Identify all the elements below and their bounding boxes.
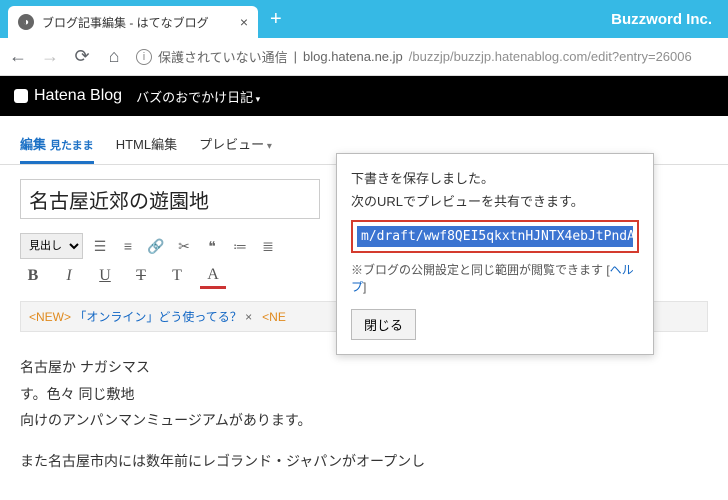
quote-icon[interactable]: ❝ [201,235,223,257]
ul-icon[interactable]: ☰ [89,235,111,257]
tab-favicon: ◑ [18,14,34,30]
color-button[interactable]: A [200,263,226,289]
new-tab-button[interactable]: + [258,8,294,31]
ol-icon[interactable]: ≡ [117,235,139,257]
fontsize-button[interactable]: T [164,263,190,289]
editor-body: 見出し ☰ ≡ 🔗 ✂ ❝ ≔ ≣ B I U T T A <NEW> 「オンラ… [0,165,728,474]
content-line: また名古屋市内には数年前にレゴランド・ジャパンがオープンし [20,448,708,475]
tab-edit[interactable]: 編集見たまま [20,134,94,164]
close-tab-icon[interactable]: × [240,14,248,30]
site-info-icon[interactable]: i [136,49,152,65]
readmore-icon[interactable]: ✂ [173,235,195,257]
tab-edit-label: 編集 [20,137,46,152]
browser-tab[interactable]: ◑ ブログ記事編集 - はてなブログ × [8,6,258,38]
popup-note: ※ブログの公開設定と同じ範囲が閲覧できます [ヘルプ] [351,261,639,295]
browser-navbar: ← → ⟳ ⌂ i 保護されていない通信 | blog.hatena.ne.jp… [0,38,728,76]
url-host: blog.hatena.ne.jp [303,49,403,64]
promo-close-icon[interactable]: × [245,310,252,324]
reload-button[interactable]: ⟳ [72,46,92,67]
content-line: 向けのアンパンマンミュージアムがあります。 [20,407,708,434]
content-line: す。色々 同じ敷地 [20,381,708,408]
browser-titlebar: ◑ ブログ記事編集 - はてなブログ × + Buzzword Inc. [0,0,728,38]
window-brand: Buzzword Inc. [611,11,728,28]
popup-url-input[interactable]: m/draft/wwf8QEI5qkxtnHJNTX4ebJtPndA [357,226,633,247]
link-icon[interactable]: 🔗 [145,235,167,257]
content-line: 名古屋か ナガシマス [20,354,708,381]
tab-html[interactable]: HTML編集 [116,134,177,164]
address-bar[interactable]: i 保護されていない通信 | blog.hatena.ne.jp/buzzjp/… [136,47,720,66]
tab-edit-sub: 見たまま [50,140,94,152]
promo-new-tag: <NEW> [29,310,71,324]
promo-tail: <NE [262,310,286,324]
popup-line2: 次のURLでプレビューを共有できます。 [351,191,639,210]
popup-url-box: m/draft/wwf8QEI5qkxtnHJNTX4ebJtPndA [351,220,639,253]
underline-button[interactable]: U [92,263,118,289]
logo-icon [14,89,28,103]
hatena-header: Hatena Blog バズのおでかけ日記 [0,76,728,116]
popup-note-post: ] [363,280,366,294]
heading-select[interactable]: 見出し [20,233,83,259]
blog-selector[interactable]: バズのおでかけ日記 [136,87,260,106]
popup-close-button[interactable]: 閉じる [351,309,416,340]
tab-preview[interactable]: プレビュー [199,134,272,164]
popup-line1: 下書きを保存しました。 [351,168,639,187]
url-path: /buzzjp/buzzjp.hatenablog.com/edit?entry… [409,49,692,64]
footnote-icon[interactable]: ≣ [257,235,279,257]
post-title-input[interactable] [20,179,320,219]
code-icon[interactable]: ≔ [229,235,251,257]
italic-button[interactable]: I [56,263,82,289]
bold-button[interactable]: B [20,263,46,289]
home-button[interactable]: ⌂ [104,46,124,67]
promo-link[interactable]: 「オンライン」どう使ってる？ [74,310,241,324]
hatena-logo[interactable]: Hatena Blog [14,87,122,105]
forward-button[interactable]: → [40,46,60,67]
tab-title: ブログ記事編集 - はてなブログ [42,14,232,31]
url-divider: | [294,49,297,64]
security-label: 保護されていない通信 [158,47,288,66]
back-button[interactable]: ← [8,46,28,67]
logo-text: Hatena Blog [34,87,122,105]
popup-note-pre: ※ブログの公開設定と同じ範囲が閲覧できます [ [351,263,610,277]
draft-saved-popup: 下書きを保存しました。 次のURLでプレビューを共有できます。 m/draft/… [336,153,654,355]
strike-button[interactable]: T [128,263,154,289]
